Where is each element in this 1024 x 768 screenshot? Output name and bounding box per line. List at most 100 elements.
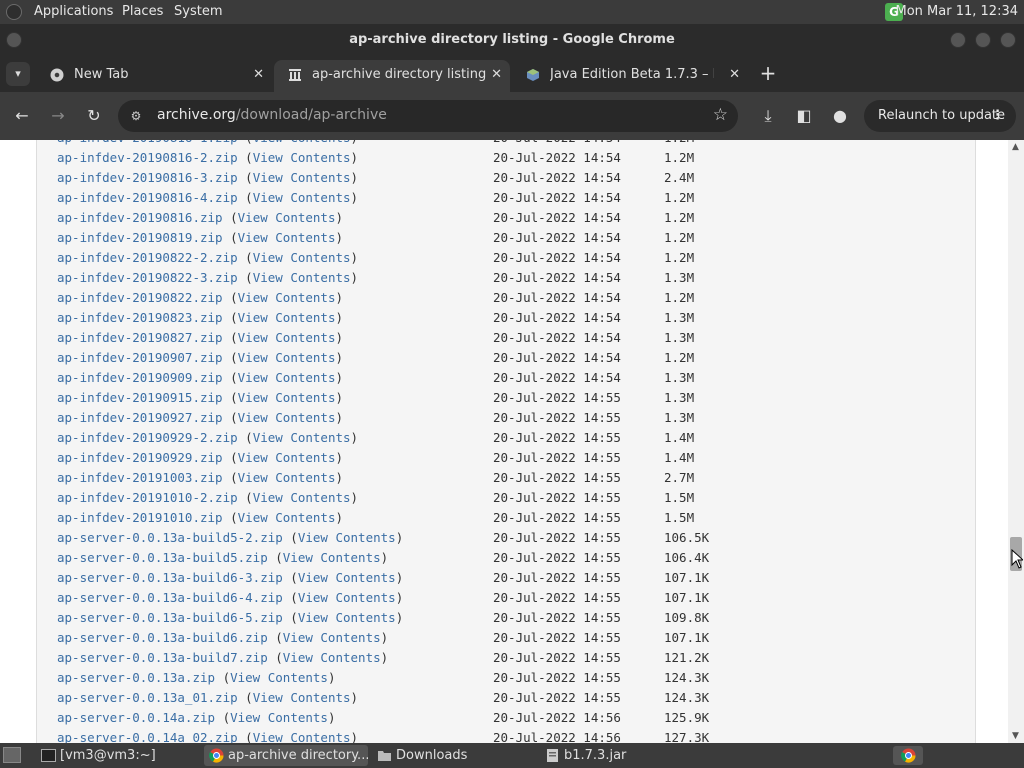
view-contents-link[interactable]: View Contents — [238, 350, 336, 365]
file-link[interactable]: ap-infdev-20190927.zip — [57, 410, 223, 425]
menu-applications[interactable]: Applications — [34, 4, 113, 19]
file-link[interactable]: ap-server-0.0.13a-build6-3.zip — [57, 570, 283, 585]
address-bar[interactable]: ⚙ archive.org/download/ap-archive ☆ — [118, 100, 738, 132]
show-desktop-icon[interactable] — [3, 747, 21, 763]
tab-search-chevron-icon[interactable]: ▾ — [6, 62, 30, 86]
new-tab-plus-icon[interactable]: + — [756, 62, 780, 86]
view-contents-link[interactable]: View Contents — [238, 290, 336, 305]
view-contents-link[interactable]: View Contents — [253, 150, 351, 165]
file-link[interactable]: ap-server-0.0.13a-build7.zip — [57, 650, 268, 665]
url-text[interactable]: archive.org/download/ap-archive — [157, 107, 387, 123]
view-contents-link[interactable]: View Contents — [253, 250, 351, 265]
view-contents-link[interactable]: View Contents — [253, 690, 351, 705]
view-contents-link[interactable]: View Contents — [238, 310, 336, 325]
file-link[interactable]: ap-infdev-20190827.zip — [57, 330, 223, 345]
file-link[interactable]: ap-server-0.0.13a.zip — [57, 670, 215, 685]
menu-places[interactable]: Places — [122, 4, 163, 19]
file-link[interactable]: ap-infdev-20190907.zip — [57, 350, 223, 365]
vertical-scrollbar[interactable]: ▲ ▼ — [1008, 140, 1024, 743]
file-link[interactable]: ap-server-0.0.13a-build6-5.zip — [57, 610, 283, 625]
file-link[interactable]: ap-infdev-20190823.zip — [57, 310, 223, 325]
view-contents-link[interactable]: View Contents — [238, 330, 336, 345]
view-contents-link[interactable]: View Contents — [298, 590, 396, 605]
distro-logo-icon[interactable] — [6, 4, 22, 20]
relaunch-to-update-button[interactable]: Relaunch to update ⋮ — [864, 100, 1016, 132]
view-contents-link[interactable]: View Contents — [238, 210, 336, 225]
file-link[interactable]: ap-infdev-20190819.zip — [57, 230, 223, 245]
view-contents-link[interactable]: View Contents — [253, 270, 351, 285]
side-panel-icon[interactable]: ◧ — [792, 104, 816, 128]
profile-icon[interactable]: ● — [828, 104, 852, 128]
view-contents-link[interactable]: View Contents — [298, 570, 396, 585]
scroll-up-arrow-icon[interactable]: ▲ — [1012, 142, 1019, 152]
file-link[interactable]: ap-server-0.0.13a-build5-2.zip — [57, 530, 283, 545]
file-link[interactable]: ap-infdev-20190822.zip — [57, 290, 223, 305]
file-link[interactable]: ap-server-0.0.13a-build6-4.zip — [57, 590, 283, 605]
file-link[interactable]: ap-infdev-20190816.zip — [57, 210, 223, 225]
taskbar-item-chrome[interactable]: ap-archive directory... — [204, 745, 368, 766]
file-link[interactable]: ap-infdev-20190816-2.zip — [57, 150, 238, 165]
taskbar-item-terminal[interactable]: [vm3@vm3:~] — [36, 745, 202, 766]
tab-ap-archive[interactable]: ap-archive directory listing ✕ — [274, 60, 510, 92]
file-link[interactable]: ap-infdev-20190909.zip — [57, 370, 223, 385]
view-contents-link[interactable]: View Contents — [238, 510, 336, 525]
taskbar-item-jar[interactable]: b1.7.3.jar — [540, 745, 704, 766]
view-contents-link[interactable]: View Contents — [253, 430, 351, 445]
view-contents-link[interactable]: View Contents — [238, 370, 336, 385]
scroll-down-arrow-icon[interactable]: ▼ — [1012, 731, 1019, 741]
minimize-button[interactable] — [950, 32, 966, 48]
back-arrow-icon[interactable]: ← — [10, 104, 34, 128]
window-titlebar[interactable]: ap-archive directory listing - Google Ch… — [0, 24, 1024, 56]
view-contents-link[interactable]: View Contents — [253, 730, 351, 743]
file-link[interactable]: ap-infdev-20191003.zip — [57, 470, 223, 485]
view-contents-link[interactable]: View Contents — [253, 170, 351, 185]
tab-new-tab[interactable]: New Tab ✕ — [36, 60, 272, 92]
file-link[interactable]: ap-server-0.0.14a_02.zip — [57, 730, 238, 743]
file-link[interactable]: ap-server-0.0.13a-build5.zip — [57, 550, 268, 565]
file-link[interactable]: ap-infdev-20191010.zip — [57, 510, 223, 525]
file-link[interactable]: ap-server-0.0.13a-build6.zip — [57, 630, 268, 645]
view-contents-link[interactable]: View Contents — [283, 650, 381, 665]
file-link[interactable]: ap-infdev-20190915.zip — [57, 390, 223, 405]
view-contents-link[interactable]: View Contents — [253, 490, 351, 505]
view-contents-link[interactable]: View Contents — [283, 630, 381, 645]
file-link[interactable]: ap-infdev-20190822-2.zip — [57, 250, 238, 265]
view-contents-link[interactable]: View Contents — [298, 530, 396, 545]
view-contents-link[interactable]: View Contents — [238, 230, 336, 245]
file-link[interactable]: ap-infdev-20190822-3.zip — [57, 270, 238, 285]
view-contents-link[interactable]: View Contents — [230, 710, 328, 725]
view-contents-link[interactable]: View Contents — [283, 550, 381, 565]
close-icon[interactable]: ✕ — [729, 60, 740, 90]
file-link[interactable]: ap-server-0.0.14a.zip — [57, 710, 215, 725]
view-contents-link[interactable]: View Contents — [238, 450, 336, 465]
forward-arrow-icon[interactable]: → — [46, 104, 70, 128]
view-contents-link[interactable]: View Contents — [238, 390, 336, 405]
file-link[interactable]: ap-infdev-20190929-2.zip — [57, 430, 238, 445]
view-contents-link[interactable]: View Contents — [230, 670, 328, 685]
reload-icon[interactable]: ↻ — [82, 104, 106, 128]
site-info-icon[interactable]: ⚙ — [128, 108, 144, 124]
chrome-tray-icon[interactable] — [893, 746, 923, 765]
window-menu-icon[interactable] — [6, 32, 22, 48]
close-window-button[interactable] — [1000, 32, 1016, 48]
file-link[interactable]: ap-infdev-20190816-4.zip — [57, 190, 238, 205]
menu-system[interactable]: System — [174, 4, 222, 19]
close-icon[interactable]: ✕ — [253, 60, 264, 90]
clock[interactable]: Mon Mar 11, 12:34 — [896, 4, 1018, 19]
maximize-button[interactable] — [975, 32, 991, 48]
view-contents-link[interactable]: View Contents — [253, 190, 351, 205]
file-link[interactable]: ap-infdev-20191010-2.zip — [57, 490, 238, 505]
file-link[interactable]: ap-infdev-20190816-3.zip — [57, 170, 238, 185]
taskbar-item-downloads[interactable]: Downloads — [372, 745, 536, 766]
view-contents-link[interactable]: View Contents — [298, 610, 396, 625]
view-contents-link[interactable]: View Contents — [238, 470, 336, 485]
file-link[interactable]: ap-infdev-20190816-1.zip — [57, 140, 238, 145]
view-contents-link[interactable]: View Contents — [238, 410, 336, 425]
view-contents-link[interactable]: View Contents — [253, 140, 351, 145]
file-link[interactable]: ap-infdev-20190929.zip — [57, 450, 223, 465]
close-icon[interactable]: ✕ — [491, 60, 502, 90]
tab-java-edition[interactable]: Java Edition Beta 1.7.3 – Mine ✕ — [512, 60, 748, 92]
bookmark-star-icon[interactable]: ☆ — [713, 105, 728, 125]
kebab-menu-icon[interactable]: ⋮ — [991, 100, 1004, 132]
file-link[interactable]: ap-server-0.0.13a_01.zip — [57, 690, 238, 705]
